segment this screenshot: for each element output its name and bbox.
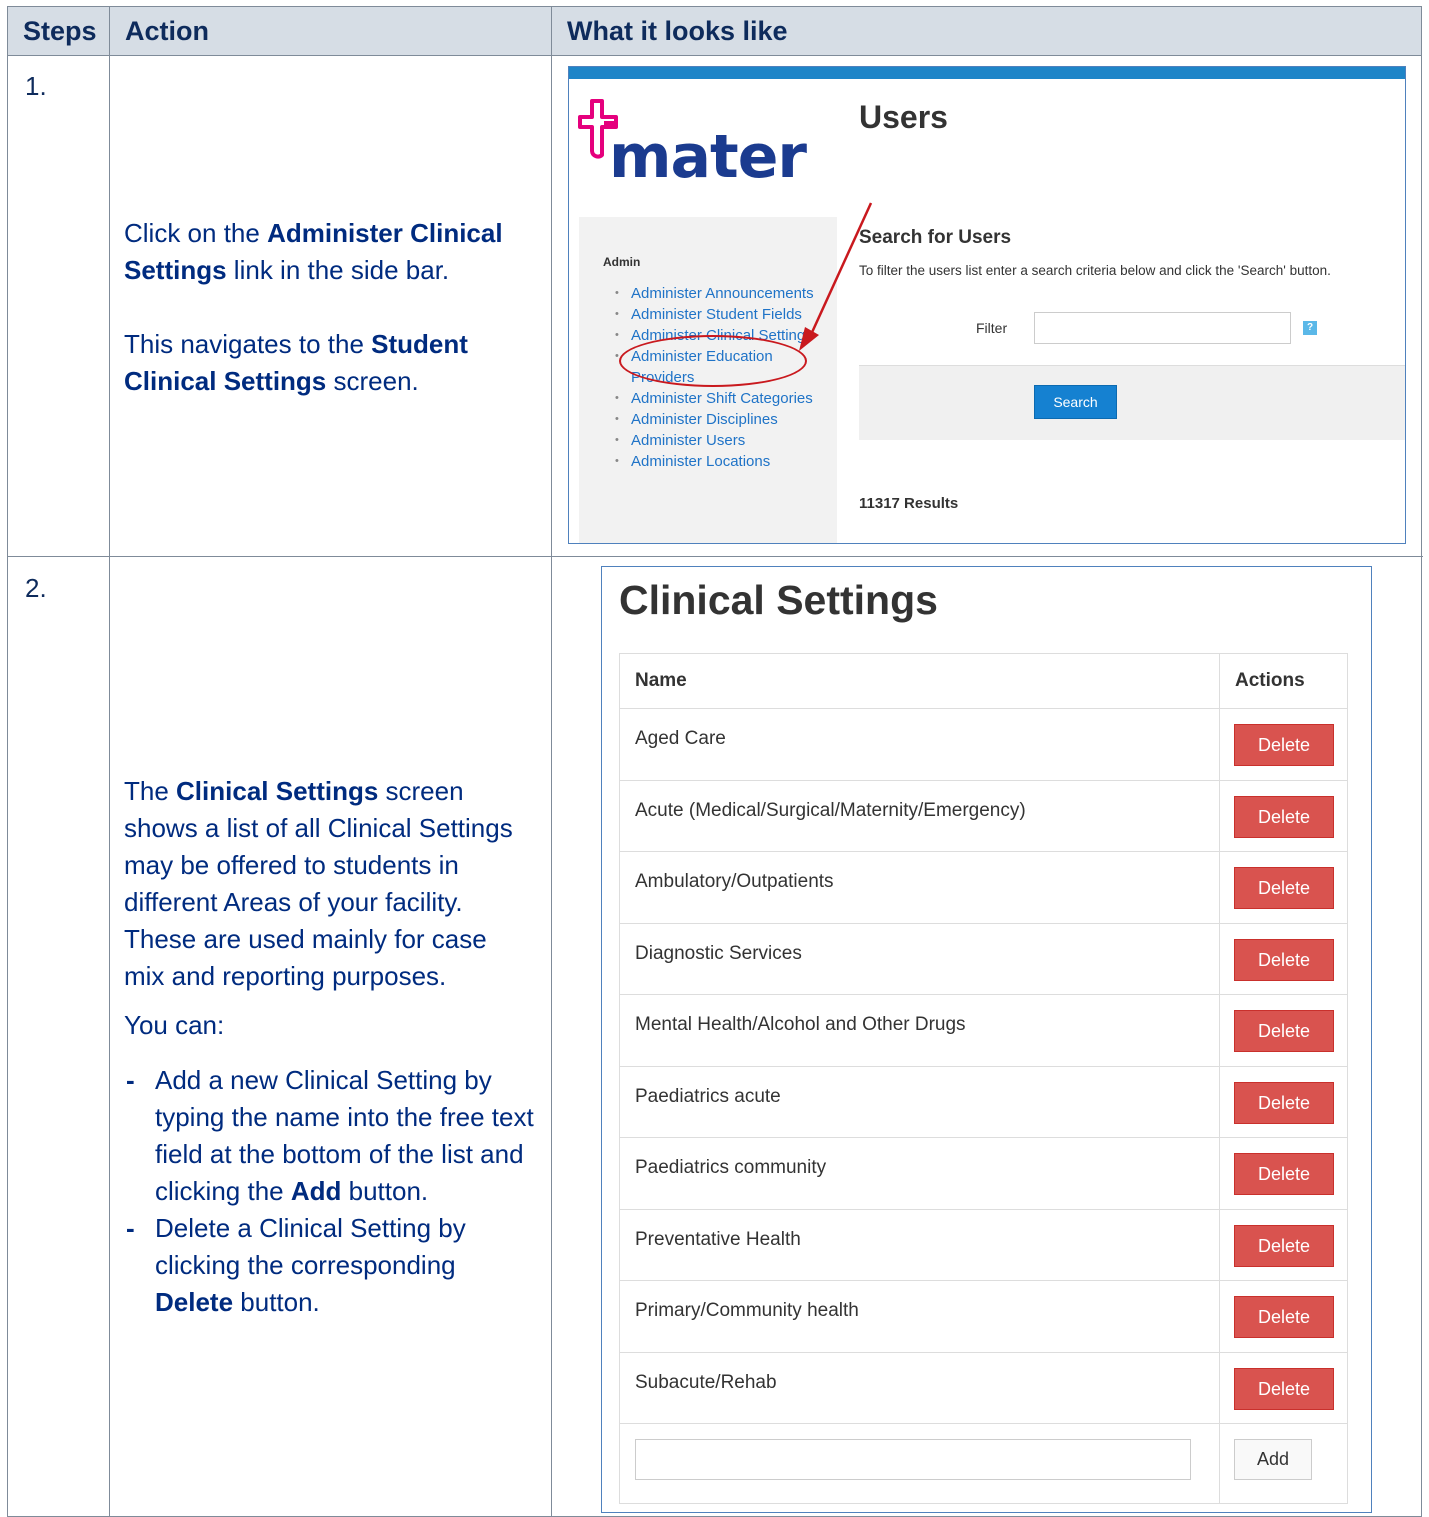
sidebar-item-shift-categories[interactable]: Administer Shift Categories: [603, 388, 833, 409]
help-icon[interactable]: ?: [1303, 321, 1317, 335]
step2-bullet-list: Add a new Clinical Setting by typing the…: [124, 1062, 536, 1321]
column-header-actions: Actions: [1235, 670, 1305, 691]
table-row: Subacute/Rehab Delete: [620, 1351, 1347, 1423]
column-header-name: Name: [635, 670, 687, 691]
filter-input[interactable]: [1034, 312, 1291, 344]
setting-name: Preventative Health: [635, 1228, 801, 1250]
delete-button[interactable]: Delete: [1234, 1367, 1334, 1410]
table-row: Primary/Community health Delete: [620, 1280, 1347, 1352]
column-divider: [1219, 1352, 1220, 1423]
setting-name: Ambulatory/Outpatients: [635, 871, 834, 892]
delete-button[interactable]: Delete: [1234, 724, 1334, 766]
column-divider: [1219, 780, 1220, 851]
header-steps: Steps: [23, 16, 97, 46]
sidebar-item-disciplines[interactable]: Administer Disciplines: [603, 409, 833, 430]
setting-name: Paediatrics community: [635, 1157, 827, 1178]
column-divider: [1219, 852, 1220, 923]
delete-button[interactable]: Delete: [1234, 1224, 1334, 1267]
step1-result: This navigates to the Student Clinical S…: [124, 326, 534, 400]
column-divider: [1219, 654, 1220, 708]
sidebar-item-locations[interactable]: Administer Locations: [603, 451, 833, 472]
column-divider: [1219, 923, 1220, 994]
setting-name: Aged Care: [635, 728, 726, 749]
highlight-ellipse: [619, 335, 807, 387]
results-count: 11317 Results: [859, 495, 959, 512]
search-panel: [859, 365, 1405, 440]
list-item: Add a new Clinical Setting by typing the…: [124, 1062, 536, 1210]
column-divider: [551, 7, 552, 1517]
column-divider: [1219, 1281, 1220, 1352]
bold-text: Clinical Settings: [176, 776, 379, 806]
bold-text: Delete: [155, 1287, 234, 1317]
bold-text: Add: [290, 1176, 342, 1206]
sidebar-item-users[interactable]: Administer Users: [603, 430, 833, 451]
top-bar: [569, 67, 1405, 79]
header-action: Action: [125, 16, 209, 46]
sidebar-heading: Admin: [603, 255, 641, 269]
text: screen shows a list of all Clinical Sett…: [124, 776, 513, 991]
search-button[interactable]: Search: [1034, 385, 1117, 419]
table-row: Mental Health/Alcohol and Other Drugs Del…: [620, 994, 1347, 1066]
page-title: Clinical Settings: [619, 577, 938, 623]
table-header: Steps Action What it looks like: [8, 7, 1421, 56]
column-divider: [1219, 1066, 1220, 1137]
delete-button[interactable]: Delete: [1234, 867, 1334, 909]
table-row: Aged Care Delete: [620, 708, 1347, 780]
column-divider: [1219, 1209, 1220, 1280]
text: This navigates to the: [124, 329, 372, 359]
clinical-settings-screenshot: Clinical Settings Name Actions Aged Care…: [601, 566, 1372, 1513]
step-number: 1.: [25, 71, 47, 101]
setting-name: Subacute/Rehab: [635, 1371, 777, 1393]
clinical-settings-table: Name Actions Aged Care Delete Acute (Medi…: [619, 653, 1348, 1504]
column-divider: [1219, 995, 1220, 1066]
add-row: Add: [620, 1423, 1347, 1503]
table-row: Preventative Health Delete: [620, 1208, 1347, 1280]
row-divider: [8, 556, 1423, 557]
setting-name: Acute (Medical/Surgical/Maternity/Emerge…: [635, 799, 1026, 821]
step2-description: The Clinical Settings screen shows a lis…: [124, 773, 524, 995]
column-divider: [109, 7, 110, 1517]
table-row: Acute (Medical/Surgical/Maternity/Emerge…: [620, 779, 1347, 851]
delete-button[interactable]: Delete: [1234, 1010, 1334, 1052]
new-setting-input[interactable]: [635, 1439, 1191, 1480]
setting-name: Diagnostic Services: [635, 942, 802, 964]
text: button.: [341, 1176, 429, 1206]
setting-name: Primary/Community health: [635, 1300, 859, 1321]
page-title: Users: [859, 99, 948, 135]
text: Delete a Clinical Setting by clicking th…: [155, 1213, 466, 1280]
search-description: To filter the users list enter a search …: [859, 263, 1331, 278]
text: link in the side bar.: [226, 255, 450, 285]
table-row: Paediatrics acute Delete: [620, 1065, 1347, 1137]
delete-button[interactable]: Delete: [1234, 795, 1334, 838]
delete-button[interactable]: Delete: [1234, 938, 1334, 981]
list-item: Delete a Clinical Setting by clicking th…: [124, 1210, 536, 1321]
text: screen.: [326, 366, 419, 396]
header-what-it-looks-like: What it looks like: [567, 16, 788, 46]
mater-logo: mater: [609, 122, 807, 192]
delete-button[interactable]: Delete: [1234, 1296, 1334, 1338]
delete-button[interactable]: Delete: [1234, 1081, 1334, 1124]
text: The: [124, 776, 177, 806]
column-divider: [1219, 709, 1220, 780]
column-divider: [1219, 1138, 1220, 1209]
delete-button[interactable]: Delete: [1234, 1153, 1334, 1195]
step1-instruction: Click on the Administer Clinical Setting…: [124, 215, 534, 289]
table-header-row: Name Actions: [620, 654, 1347, 708]
table-row: Ambulatory/Outpatients Delete: [620, 851, 1347, 923]
add-button[interactable]: Add: [1234, 1439, 1312, 1480]
step-number: 2.: [25, 573, 47, 603]
step2-you-can: You can:: [124, 1010, 225, 1040]
table-row: Paediatrics community Delete: [620, 1137, 1347, 1209]
text: button.: [233, 1287, 320, 1317]
setting-name: Mental Health/Alcohol and Other Drugs: [635, 1014, 966, 1035]
red-arrow-icon: [799, 202, 873, 351]
table-row: Diagnostic Services Delete: [620, 922, 1347, 994]
column-divider: [1219, 1424, 1220, 1503]
filter-label: Filter: [976, 320, 1008, 336]
text: Click on the: [124, 218, 268, 248]
setting-name: Paediatrics acute: [635, 1085, 781, 1107]
users-screenshot: mater Users Admin Administer Announcemen…: [568, 66, 1406, 544]
